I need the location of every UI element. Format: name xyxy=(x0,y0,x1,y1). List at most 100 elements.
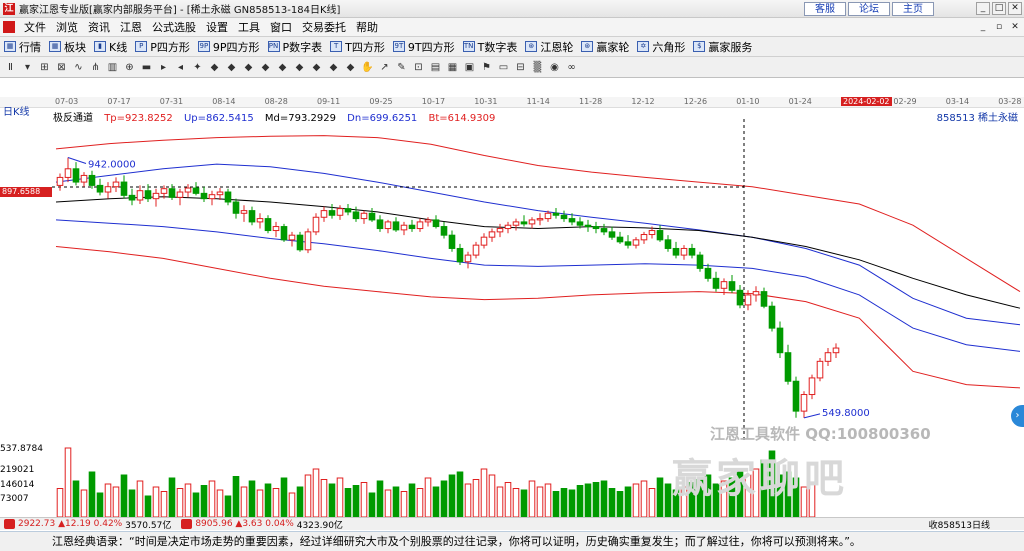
close-icon[interactable]: ✕ xyxy=(1008,21,1022,33)
drawing-tool-icon[interactable]: ⊡ xyxy=(412,61,425,74)
toolbar-t-square[interactable]: T T四方形 xyxy=(330,39,385,55)
drawing-tool-icon[interactable]: ▒ xyxy=(531,61,544,74)
menu-browse[interactable]: 浏览 xyxy=(51,19,83,35)
maximize-icon[interactable]: □ xyxy=(992,2,1006,15)
date-label: 09-25 xyxy=(369,97,393,106)
drawing-tool-icon[interactable]: ◆ xyxy=(208,61,221,74)
volume-chart[interactable] xyxy=(0,441,1024,517)
date-label: 07-17 xyxy=(107,97,131,106)
drawing-tool-icon[interactable]: ▦ xyxy=(446,61,459,74)
candle-body xyxy=(512,221,520,226)
drawing-tool-icon[interactable]: ∿ xyxy=(72,61,85,74)
drawing-tool-icon[interactable]: ⊠ xyxy=(55,61,68,74)
volume-bar xyxy=(440,480,448,517)
toolbar-p-table[interactable]: PN P数字表 xyxy=(267,39,322,55)
candle-body xyxy=(240,210,248,214)
drawing-tool-icon[interactable]: ✦ xyxy=(191,61,204,74)
drawing-tool-icon[interactable]: ◆ xyxy=(242,61,255,74)
volume-bar xyxy=(368,492,376,517)
drawing-tool-icon[interactable]: ◆ xyxy=(276,61,289,74)
drawing-tool-icon[interactable]: ▬ xyxy=(140,61,153,74)
date-label: 10-31 xyxy=(474,97,498,106)
square-icon: PN xyxy=(267,41,280,52)
candle-body xyxy=(640,234,648,241)
volume-bar xyxy=(416,488,424,517)
watermark-text: 江恩工具软件 QQ:100800360 xyxy=(710,425,931,443)
date-label: 07-31 xyxy=(159,97,184,106)
candle-body xyxy=(424,219,432,223)
toolbar-gann-wheel[interactable]: ⊛ 江恩轮 xyxy=(525,39,573,55)
volume-bar xyxy=(504,482,512,517)
index-icon xyxy=(181,519,193,529)
candle-body xyxy=(264,218,272,232)
drawing-tool-icon[interactable]: ⋔ xyxy=(89,61,102,74)
drawing-tool-icon[interactable]: ↗ xyxy=(378,61,391,74)
drawing-tool-icon[interactable]: ⚑ xyxy=(480,61,493,74)
volume-bar xyxy=(560,488,568,517)
volume-bar xyxy=(136,480,144,517)
drawing-tool-icon[interactable]: ⊟ xyxy=(514,61,527,74)
toolbar-quotes[interactable]: ▦ 行情 xyxy=(4,39,41,55)
menu-trade[interactable]: 交易委托 xyxy=(297,19,351,35)
toolbar-9p-square[interactable]: 9P 9P四方形 xyxy=(197,39,260,55)
minimize-icon[interactable]: _ xyxy=(976,21,990,33)
toolbar-sector[interactable]: ▦ 板块 xyxy=(49,39,86,55)
wheel-icon: ⊛ xyxy=(581,41,594,52)
drawing-tool-icon[interactable]: ⊞ xyxy=(38,61,51,74)
volume-bar xyxy=(272,488,280,517)
volume-bar xyxy=(472,479,480,517)
drawing-tool-icon[interactable]: ◆ xyxy=(327,61,340,74)
drawing-tool-icon[interactable]: ◆ xyxy=(293,61,306,74)
toolbar-9t-square[interactable]: 9T 9T四方形 xyxy=(392,39,455,55)
price-chart[interactable]: 942.0000 549.8000 xyxy=(0,119,1024,441)
drawing-tool-icon[interactable]: ✋ xyxy=(361,61,374,74)
menu-formula[interactable]: 公式选股 xyxy=(147,19,201,35)
candle-body xyxy=(192,187,200,194)
menu-gann[interactable]: 江恩 xyxy=(115,19,147,35)
menu-tools[interactable]: 工具 xyxy=(233,19,265,35)
drawing-tool-icon[interactable]: ◉ xyxy=(548,61,561,74)
toolbar-p-square[interactable]: P P四方形 xyxy=(135,39,190,55)
minimize-icon[interactable]: _ xyxy=(976,2,990,15)
toolbar-label: 9T四方形 xyxy=(407,40,455,54)
link-service[interactable]: 客服 xyxy=(804,2,846,16)
candle-body xyxy=(328,210,336,216)
wheel-icon: ⊛ xyxy=(525,41,538,52)
restore-icon[interactable]: ▫ xyxy=(992,21,1006,33)
volume-bar xyxy=(328,483,336,517)
menu-file[interactable]: 文件 xyxy=(19,19,51,35)
drawing-tool-icon[interactable]: ◆ xyxy=(344,61,357,74)
drawing-tool-icon[interactable]: ◆ xyxy=(225,61,238,74)
toolbar-service[interactable]: $ 赢家服务 xyxy=(693,39,752,55)
date-label: 07-03 xyxy=(55,97,79,106)
candle-body xyxy=(544,212,552,220)
menu-settings[interactable]: 设置 xyxy=(201,19,233,35)
menu-info[interactable]: 资讯 xyxy=(83,19,115,35)
close-icon[interactable]: ✕ xyxy=(1008,2,1022,15)
drawing-tool-icon[interactable]: ▭ xyxy=(497,61,510,74)
drawing-tool-icon[interactable]: ▥ xyxy=(106,61,119,74)
candle-body xyxy=(56,176,64,186)
volume-bar xyxy=(552,491,560,517)
link-home[interactable]: 主页 xyxy=(892,2,934,16)
drawing-tool-icon[interactable]: ⊕ xyxy=(123,61,136,74)
toolbar-winner-wheel[interactable]: ⊛ 赢家轮 xyxy=(581,39,629,55)
drawing-tool-icon[interactable]: ∞ xyxy=(565,61,578,74)
drawing-tool-icon[interactable]: ▾ xyxy=(21,61,34,74)
drawing-tool-icon[interactable]: ◆ xyxy=(310,61,323,74)
candle-body xyxy=(408,224,416,230)
toolbar-kline[interactable]: ▮ K线 xyxy=(94,39,127,55)
link-forum[interactable]: 论坛 xyxy=(848,2,890,16)
toolbar-hexagon[interactable]: ✡ 六角形 xyxy=(637,39,685,55)
drawing-tool-icon[interactable]: Ⅱ xyxy=(4,61,17,74)
menu-window[interactable]: 窗口 xyxy=(265,19,297,35)
drawing-tool-icon[interactable]: ▣ xyxy=(463,61,476,74)
drawing-tool-icon[interactable]: ✎ xyxy=(395,61,408,74)
band-line-tp xyxy=(55,135,1021,293)
drawing-tool-icon[interactable]: ◆ xyxy=(259,61,272,74)
drawing-tool-icon[interactable]: ▸ xyxy=(157,61,170,74)
menu-help[interactable]: 帮助 xyxy=(351,19,383,35)
toolbar-t-table[interactable]: TN T数字表 xyxy=(462,39,517,55)
drawing-tool-icon[interactable]: ▤ xyxy=(429,61,442,74)
drawing-tool-icon[interactable]: ◂ xyxy=(174,61,187,74)
